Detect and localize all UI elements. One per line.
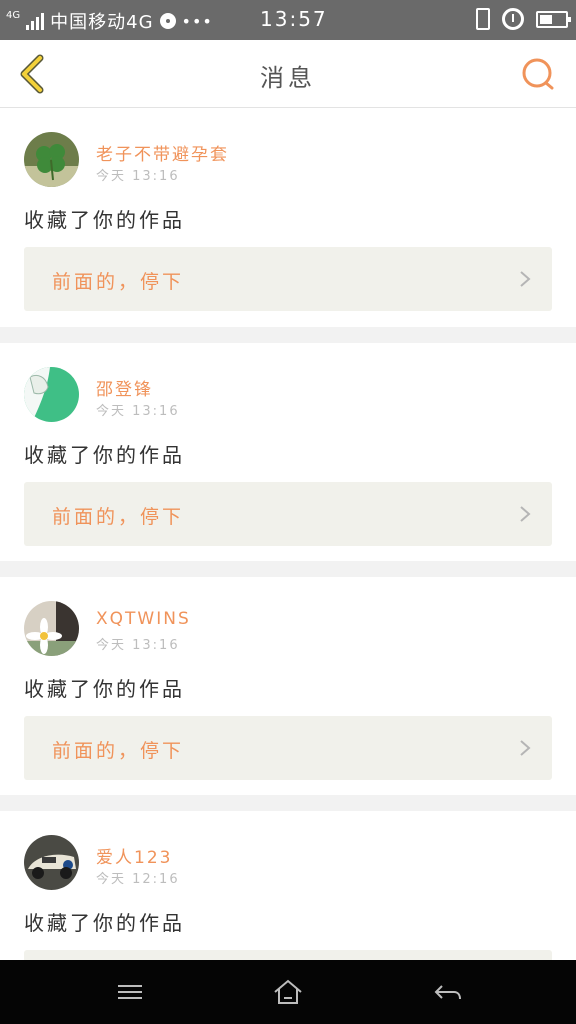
- message-action: 收藏了你的作品: [24, 911, 185, 935]
- work-link[interactable]: [24, 950, 552, 960]
- clover-avatar-image: [24, 132, 79, 187]
- work-title: 前面的，停下: [52, 271, 185, 293]
- message-card: 老子不带避孕套 今天 13:16 收藏了你的作品 前面的，停下: [0, 108, 576, 327]
- nav-home-button[interactable]: [272, 978, 304, 1006]
- girl-avatar-image: [24, 367, 79, 422]
- search-icon: [522, 58, 554, 90]
- message-list: 老子不带避孕套 今天 13:16 收藏了你的作品 前面的，停下 邵登锋 今天 1…: [0, 108, 576, 960]
- avatar[interactable]: [24, 601, 79, 656]
- message-action: 收藏了你的作品: [24, 677, 185, 701]
- message-card: 爱人123 今天 12:16 收藏了你的作品: [0, 811, 576, 960]
- work-title: 前面的，停下: [52, 506, 185, 528]
- avatar[interactable]: [24, 367, 79, 422]
- chevron-right-icon: [520, 271, 531, 287]
- username[interactable]: 老子不带避孕套: [96, 140, 229, 165]
- page-title: 消息: [260, 64, 316, 92]
- nav-back-button[interactable]: [432, 978, 464, 1006]
- music-disc-icon: [159, 13, 176, 29]
- home-icon: [274, 979, 302, 1004]
- nav-menu-button[interactable]: [114, 978, 146, 1006]
- race-car-avatar-image: [24, 835, 79, 890]
- chevron-right-icon: [520, 740, 531, 756]
- message-time: 今天 13:16: [96, 404, 180, 419]
- message-time: 今天 12:16: [96, 872, 180, 887]
- work-link[interactable]: 前面的，停下: [24, 482, 552, 546]
- navigation-bar: [0, 960, 576, 1024]
- carrier-name: 中国移动4G: [50, 12, 154, 33]
- avatar[interactable]: [24, 132, 79, 187]
- message-action: 收藏了你的作品: [24, 208, 185, 232]
- username[interactable]: 爱人123: [96, 843, 172, 868]
- message-card: 邵登锋 今天 13:16 收藏了你的作品 前面的，停下: [0, 343, 576, 561]
- vibrate-icon: [476, 8, 490, 30]
- work-link[interactable]: 前面的，停下: [24, 247, 552, 311]
- search-button[interactable]: [520, 56, 556, 92]
- work-title: 前面的，停下: [52, 740, 185, 762]
- message-action: 收藏了你的作品: [24, 443, 185, 467]
- signal-icon: [26, 12, 45, 30]
- status-right: [476, 8, 571, 30]
- work-link[interactable]: 前面的，停下: [24, 716, 552, 780]
- username[interactable]: XQTWINS: [96, 609, 191, 629]
- flower-avatar-image: [24, 601, 79, 656]
- message-time: 今天 13:16: [96, 169, 180, 184]
- status-left: 4G 中国移动4G •••: [6, 8, 213, 34]
- alarm-icon: [502, 8, 524, 30]
- status-bar: 4G 中国移动4G ••• 13:57: [0, 0, 576, 40]
- message-time: 今天 13:16: [96, 638, 180, 653]
- menu-icon: [118, 985, 142, 999]
- more-notifications: •••: [181, 11, 213, 31]
- title-bar: 消息: [0, 40, 576, 108]
- chevron-right-icon: [520, 506, 531, 522]
- username[interactable]: 邵登锋: [96, 375, 153, 400]
- avatar[interactable]: [24, 835, 79, 890]
- message-card: XQTWINS 今天 13:16 收藏了你的作品 前面的，停下: [0, 577, 576, 795]
- status-time: 13:57: [260, 7, 328, 31]
- battery-icon: [536, 10, 571, 28]
- back-arrow-icon: [434, 985, 461, 1000]
- network-type: 4G: [6, 9, 21, 21]
